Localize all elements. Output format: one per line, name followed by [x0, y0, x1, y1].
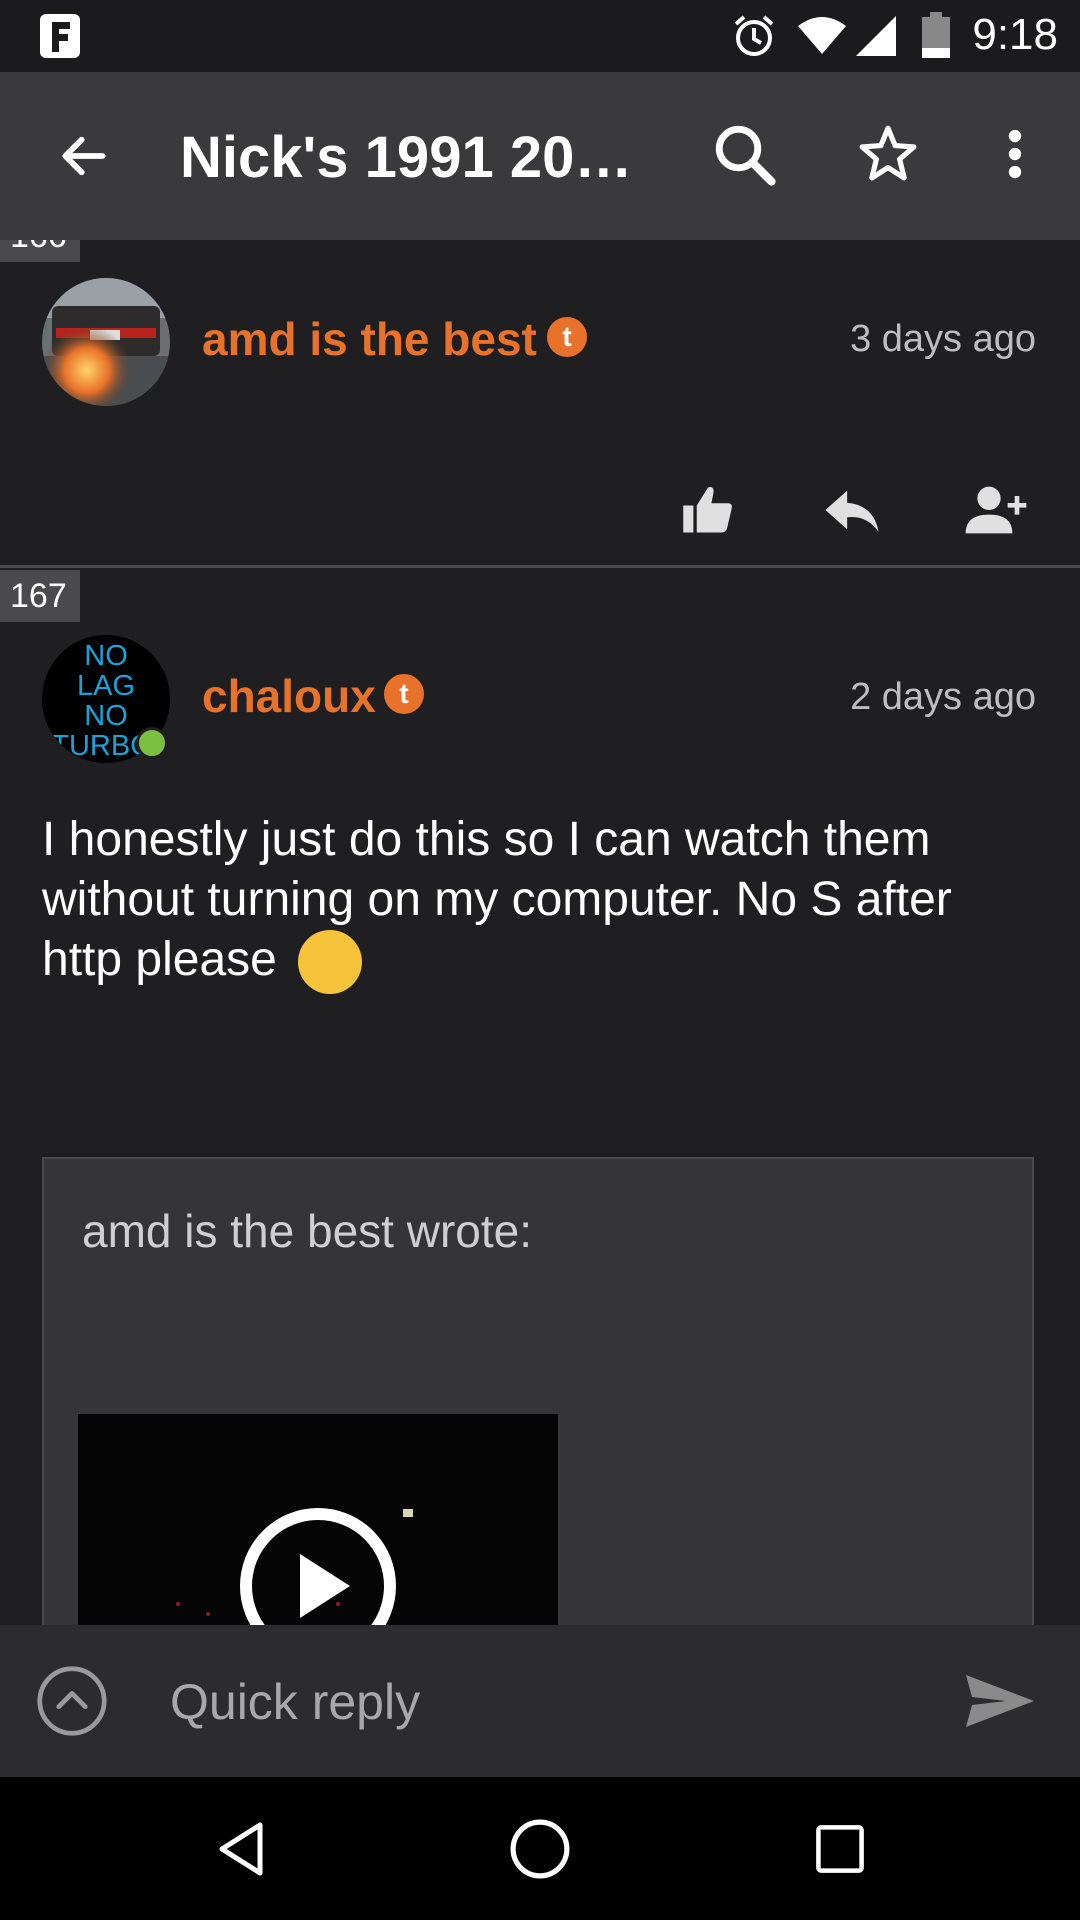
quote-header: amd is the best wrote:: [82, 1205, 532, 1257]
wifi-icon: [798, 17, 846, 54]
status-time: 9:18: [972, 10, 1058, 59]
follow-user-button[interactable]: [958, 472, 1034, 548]
send-icon: [966, 1675, 1034, 1727]
post-body: I honestly just do this so I can watch t…: [42, 810, 1042, 995]
post-divider: [0, 565, 1080, 568]
quote-block: amd is the best wrote:: [42, 1157, 1034, 1625]
post-number: 167: [0, 570, 80, 622]
search-button[interactable]: [702, 112, 786, 196]
star-outline-icon: [859, 125, 917, 181]
avatar-line: NO: [84, 700, 128, 732]
play-icon: [240, 1508, 396, 1625]
triangle-back-icon: [219, 1822, 263, 1876]
avatar-line: LAG: [77, 670, 135, 702]
username[interactable]: amd is the best: [202, 312, 537, 366]
like-button[interactable]: [670, 472, 746, 548]
avatar[interactable]: [42, 278, 170, 406]
arrow-back-icon: [62, 136, 106, 176]
system-nav-bar: [0, 1777, 1080, 1920]
nav-home-button[interactable]: [498, 1807, 582, 1891]
page-title: Nick's 1991 200...: [180, 125, 650, 190]
battery-icon: [922, 12, 950, 58]
video-embed[interactable]: [78, 1414, 558, 1625]
post-number: 166: [0, 240, 80, 262]
username[interactable]: chaloux: [202, 669, 376, 723]
thread-content[interactable]: 166 amd is the best t 3 days ago: [0, 240, 1080, 1625]
chevron-up-circle-icon: [37, 1666, 107, 1736]
cell-signal-icon: [856, 16, 896, 56]
quick-reply-input[interactable]: [168, 1665, 892, 1739]
overflow-menu-button[interactable]: [980, 112, 1050, 196]
app-bar: Nick's 1991 200...: [0, 72, 1080, 240]
quick-reply-bar: [0, 1625, 1080, 1777]
back-button[interactable]: [44, 116, 124, 196]
nav-back-button[interactable]: [200, 1807, 284, 1891]
post-time: 2 days ago: [850, 676, 1036, 718]
send-button[interactable]: [958, 1663, 1042, 1739]
post-time: 3 days ago: [850, 318, 1036, 360]
play-button[interactable]: [238, 1506, 398, 1625]
tapatalk-badge-icon: t: [547, 317, 587, 357]
thumbs-up-icon: [683, 486, 732, 533]
search-icon: [715, 125, 776, 186]
expand-reply-button[interactable]: [34, 1663, 110, 1739]
app-notification-icon: [40, 14, 80, 58]
alarm-icon: [734, 15, 774, 56]
post-text: I honestly just do this so I can watch t…: [42, 813, 952, 986]
reply-icon: [825, 490, 879, 532]
favorite-button[interactable]: [846, 112, 930, 196]
smile-emoji: 😊: [298, 930, 363, 995]
reply-button[interactable]: [814, 472, 890, 548]
tapatalk-badge-icon: t: [384, 674, 424, 714]
square-recents-icon: [816, 1825, 864, 1873]
circle-home-icon: [510, 1819, 570, 1879]
person-add-icon: [965, 486, 1027, 534]
more-vertical-icon: [1008, 129, 1022, 179]
nav-recents-button[interactable]: [798, 1807, 882, 1891]
online-indicator: [136, 727, 168, 759]
avatar-line: NO: [84, 640, 128, 672]
status-bar: 9:18: [0, 0, 1080, 72]
avatar-image: [42, 278, 170, 406]
